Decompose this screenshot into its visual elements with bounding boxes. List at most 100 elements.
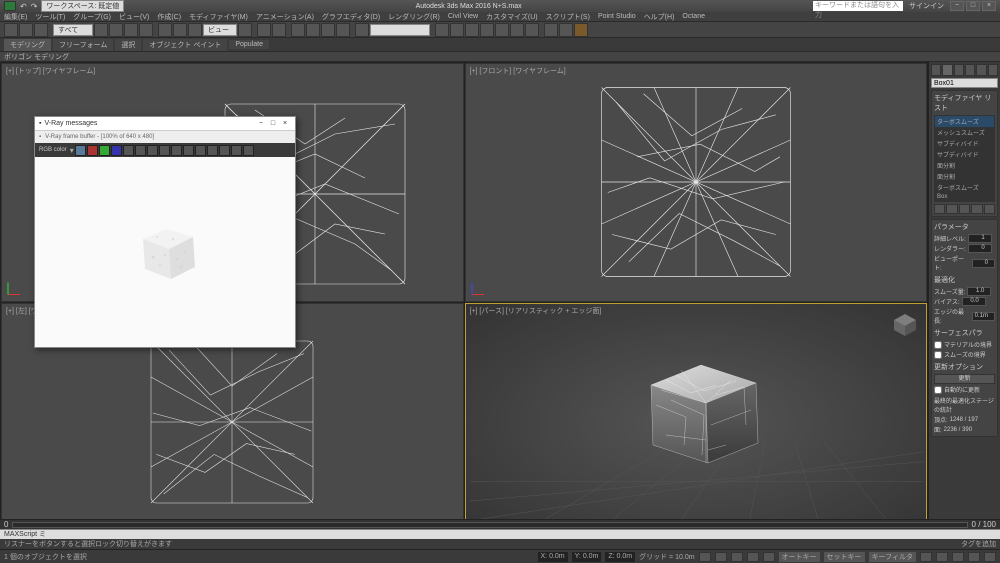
show-end-icon[interactable] bbox=[946, 204, 957, 214]
scene-explorer-icon[interactable] bbox=[480, 23, 494, 37]
select-name-icon[interactable] bbox=[109, 23, 123, 37]
layer-icon[interactable] bbox=[465, 23, 479, 37]
modify-tab[interactable] bbox=[942, 64, 952, 76]
modifier-list-label[interactable]: モディファイヤ リスト bbox=[934, 93, 995, 113]
pivot-icon[interactable] bbox=[238, 23, 252, 37]
menu-modifiers[interactable]: モディファイヤ(M) bbox=[189, 12, 248, 22]
next-frame-icon[interactable] bbox=[747, 552, 759, 562]
menu-help[interactable]: ヘルプ(H) bbox=[644, 12, 675, 22]
smg-checkbox[interactable] bbox=[934, 351, 942, 359]
named-sel-dropdown[interactable] bbox=[370, 24, 430, 36]
app-menu-icon[interactable] bbox=[4, 1, 16, 11]
alpha-channel-icon[interactable] bbox=[123, 145, 134, 156]
render-close-button[interactable]: × bbox=[279, 120, 291, 127]
goto-start-icon[interactable] bbox=[699, 552, 711, 562]
select-link-icon[interactable] bbox=[4, 23, 18, 37]
render-last-icon[interactable] bbox=[243, 145, 254, 156]
render-setup-icon[interactable] bbox=[544, 23, 558, 37]
red-channel-icon[interactable] bbox=[87, 145, 98, 156]
select-region-icon[interactable] bbox=[124, 23, 138, 37]
viewport-iter-spinner[interactable]: 0 bbox=[972, 259, 995, 268]
viewport-persp-label[interactable]: [+] [パース] [リアリスティック + エッジ面] bbox=[470, 306, 602, 316]
menu-create[interactable]: 作成(C) bbox=[157, 12, 181, 22]
channel-dropdown-icon[interactable]: ▾ bbox=[70, 146, 74, 155]
menu-animation[interactable]: アニメーション(A) bbox=[256, 12, 314, 22]
minimize-button[interactable]: − bbox=[950, 1, 964, 11]
create-tab[interactable] bbox=[931, 64, 941, 76]
iterations-spinner[interactable]: 1 bbox=[968, 234, 992, 243]
track-mouse-icon[interactable] bbox=[195, 145, 206, 156]
render-min-button[interactable]: − bbox=[255, 120, 267, 127]
mirror-icon[interactable] bbox=[435, 23, 449, 37]
update-button[interactable]: 更新 bbox=[934, 374, 995, 384]
save-icon[interactable] bbox=[147, 145, 158, 156]
hierarchy-tab[interactable] bbox=[954, 64, 964, 76]
selection-filter[interactable]: すべて bbox=[53, 24, 93, 36]
ref-coord-dropdown[interactable]: ビュー bbox=[203, 24, 237, 36]
clone-icon[interactable] bbox=[171, 145, 182, 156]
coord-x[interactable]: X: 0.0m bbox=[538, 552, 568, 562]
tag-button[interactable]: タグを追加 bbox=[961, 539, 996, 549]
ribbon-tab-objectpaint[interactable]: オブジェクト ペイント bbox=[143, 39, 227, 51]
autokey-button[interactable]: オートキー bbox=[779, 552, 820, 562]
angle-snap-icon[interactable] bbox=[306, 23, 320, 37]
auto-checkbox[interactable] bbox=[934, 386, 942, 394]
menu-graph[interactable]: グラフエディタ(D) bbox=[322, 12, 380, 22]
history-icon[interactable] bbox=[207, 145, 218, 156]
keyboard-shortcut-icon[interactable] bbox=[272, 23, 286, 37]
coord-z[interactable]: Z: 0.0m bbox=[605, 552, 635, 562]
keyfilter-button[interactable]: キーフィルタ bbox=[869, 552, 916, 562]
menu-edit[interactable]: 編集(E) bbox=[4, 12, 27, 22]
schematic-icon[interactable] bbox=[510, 23, 524, 37]
percent-snap-icon[interactable] bbox=[321, 23, 335, 37]
viewport-front[interactable]: [+] [フロント] [ワイヤフレーム] bbox=[465, 63, 928, 302]
close-button[interactable]: × bbox=[982, 1, 996, 11]
orbit-icon[interactable] bbox=[968, 552, 980, 562]
select-icon[interactable] bbox=[94, 23, 108, 37]
workspace-dropdown[interactable]: ワークスペース: 既定値 bbox=[41, 0, 124, 12]
undo-icon[interactable]: ↶ bbox=[20, 2, 27, 11]
viewport-front-label[interactable]: [+] [フロント] [ワイヤフレーム] bbox=[470, 66, 566, 76]
region-icon[interactable] bbox=[183, 145, 194, 156]
motion-tab[interactable] bbox=[965, 64, 975, 76]
pin-stack-icon[interactable] bbox=[934, 204, 945, 214]
goto-end-icon[interactable] bbox=[763, 552, 775, 562]
maximize-button[interactable]: □ bbox=[966, 1, 980, 11]
render-frame-window[interactable]: ▪ V-Ray messages − □ × ▪ V-Ray frame buf… bbox=[34, 116, 296, 348]
menu-tools[interactable]: ツール(T) bbox=[35, 12, 65, 22]
display-tab[interactable] bbox=[976, 64, 986, 76]
ribbon-tab-selection[interactable]: 選択 bbox=[115, 39, 141, 51]
vfb-settings-icon[interactable] bbox=[231, 145, 242, 156]
zoom-icon[interactable] bbox=[936, 552, 948, 562]
bind-space-icon[interactable] bbox=[34, 23, 48, 37]
render-icon[interactable] bbox=[574, 23, 588, 37]
timeline[interactable]: 0 0 / 100 bbox=[0, 519, 1000, 529]
coord-y[interactable]: Y: 0.0m bbox=[572, 552, 602, 562]
menu-pointstudio[interactable]: Point Studio bbox=[598, 13, 636, 20]
play-icon[interactable] bbox=[731, 552, 743, 562]
clear-icon[interactable] bbox=[159, 145, 170, 156]
maxscript-listener[interactable]: MAXScript ミ bbox=[0, 529, 1000, 539]
menu-scripting[interactable]: スクリプト(S) bbox=[546, 12, 590, 22]
setkey-button[interactable]: セットキー bbox=[824, 552, 865, 562]
remove-mod-icon[interactable] bbox=[971, 204, 982, 214]
unique-icon[interactable] bbox=[959, 204, 970, 214]
render-frame-icon[interactable] bbox=[559, 23, 573, 37]
signin-link[interactable]: サインイン bbox=[905, 1, 948, 11]
curve-editor-icon[interactable] bbox=[495, 23, 509, 37]
render-max-button[interactable]: □ bbox=[267, 120, 279, 127]
mat-checkbox[interactable] bbox=[934, 341, 942, 349]
ribbon-tab-freeform[interactable]: フリーフォーム bbox=[53, 39, 113, 51]
pan-icon[interactable] bbox=[920, 552, 932, 562]
viewport-perspective[interactable]: [+] [パース] [リアリスティック + エッジ面] bbox=[465, 303, 928, 542]
blue-channel-icon[interactable] bbox=[111, 145, 122, 156]
ribbon-tab-modeling[interactable]: モデリング bbox=[4, 39, 51, 51]
render-iter-spinner[interactable]: 0 bbox=[968, 244, 992, 253]
utilities-tab[interactable] bbox=[988, 64, 998, 76]
unlink-icon[interactable] bbox=[19, 23, 33, 37]
search-input[interactable]: キーワードまたは語句を入力 bbox=[813, 1, 903, 11]
smooth-spinner[interactable]: 1.0 bbox=[967, 287, 991, 296]
timeline-track[interactable] bbox=[12, 522, 967, 528]
maximize-viewport-icon[interactable] bbox=[984, 552, 996, 562]
manipulate-icon[interactable] bbox=[257, 23, 271, 37]
